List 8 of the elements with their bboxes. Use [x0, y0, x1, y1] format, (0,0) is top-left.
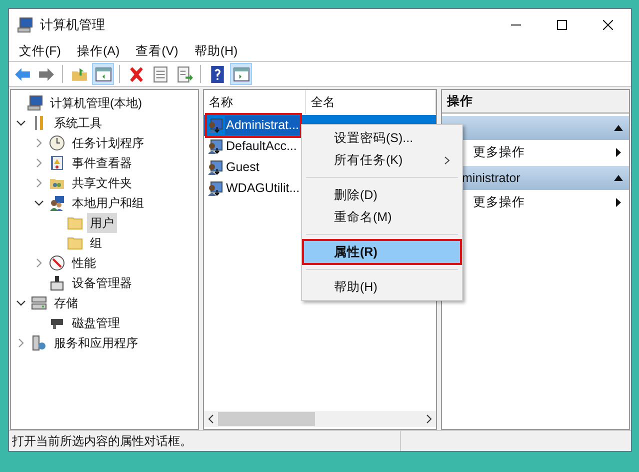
user-name: DefaultAcc... — [225, 138, 298, 156]
user-name: WDAGUtilit... — [225, 180, 301, 198]
user-name: Administrat... — [225, 116, 300, 135]
status-text: 打开当前所选内容的属性对话框。 — [9, 431, 401, 451]
window-title: 计算机管理 — [40, 16, 105, 34]
user-name: Guest — [225, 159, 260, 176]
actions-title: 操作 — [442, 90, 629, 114]
section-title: ministrator — [461, 170, 520, 187]
